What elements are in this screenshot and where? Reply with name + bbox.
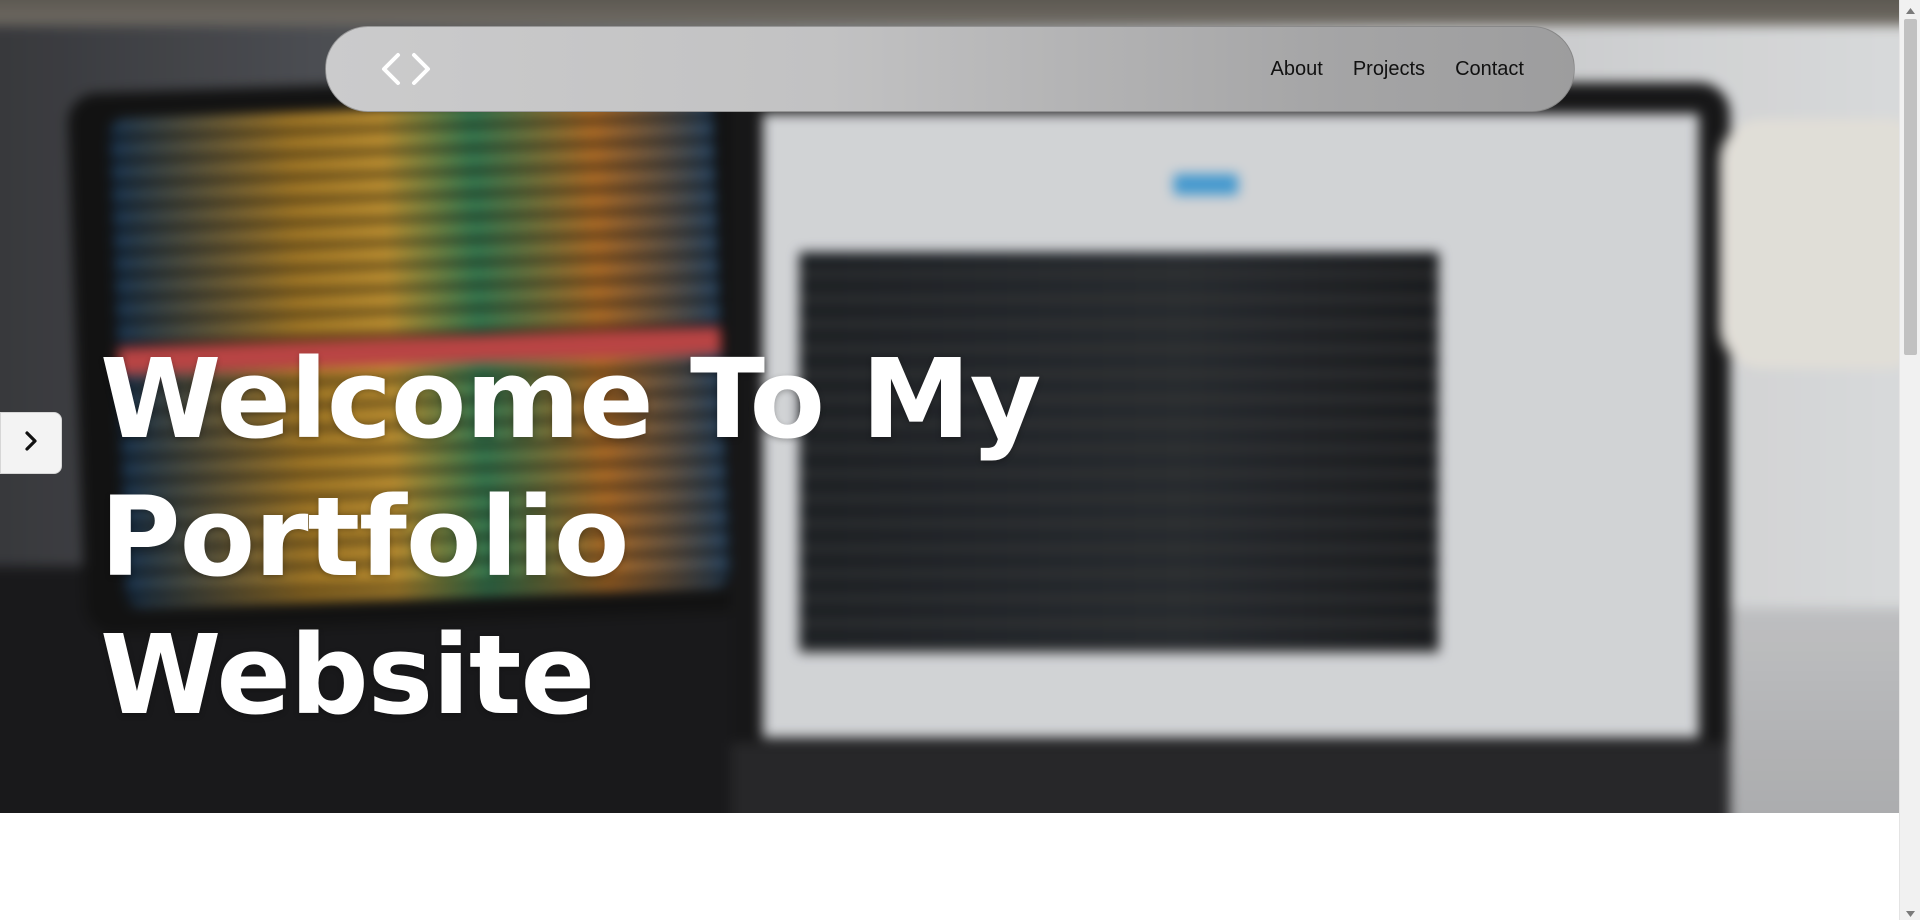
nav-links: About Projects Contact (1271, 58, 1524, 81)
hero-title: Welcome To My Portfolio Website (100, 330, 1100, 744)
side-toggle-button[interactable] (0, 412, 62, 474)
nav-link-about[interactable]: About (1271, 58, 1323, 81)
scroll-up-button[interactable] (1900, 0, 1920, 17)
hero-title-line2: Portfolio Website (100, 473, 629, 739)
scrollbar-thumb[interactable] (1904, 19, 1917, 355)
hero-title-line1: Welcome To My (100, 335, 1041, 463)
hero-section: About Projects Contact Welcome To My Por… (0, 0, 1899, 813)
nav-link-contact[interactable]: Contact (1455, 58, 1524, 81)
scroll-down-button[interactable] (1900, 903, 1920, 920)
code-brackets-icon (378, 51, 434, 87)
nav-link-projects[interactable]: Projects (1353, 58, 1425, 81)
triangle-down-icon (1906, 902, 1915, 920)
navbar: About Projects Contact (325, 26, 1575, 112)
logo[interactable] (378, 51, 434, 87)
page-scrollbar[interactable] (1899, 0, 1920, 920)
triangle-up-icon (1906, 0, 1915, 18)
chevron-right-icon (23, 430, 39, 456)
